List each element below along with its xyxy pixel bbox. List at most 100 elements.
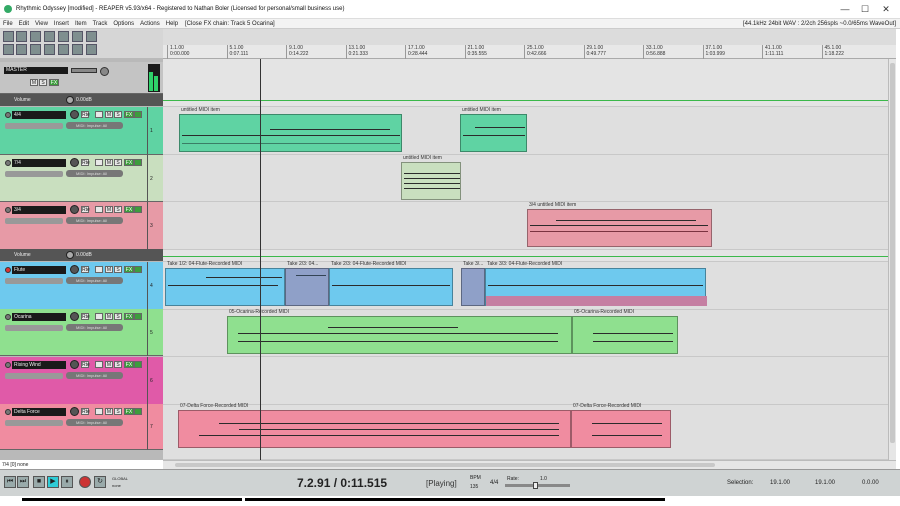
horizontal-scroll-thumb[interactable] [175, 463, 715, 467]
vertical-scroll-thumb[interactable] [890, 63, 895, 443]
menu-file[interactable]: File [0, 19, 16, 29]
close-fx-chain-link[interactable]: [Close FX chain: Track 5 Ocarina] [185, 19, 275, 29]
auto-crossfade-icon[interactable] [72, 44, 83, 55]
midi-item[interactable]: 05-Ocarina-Recorded MIDI [572, 309, 678, 354]
volume-knob[interactable] [70, 158, 79, 167]
fx-button[interactable]: FX [124, 159, 134, 166]
volume-knob[interactable] [70, 312, 79, 321]
midi-input-select[interactable]: MIDI: Impulse: All [66, 122, 123, 129]
solo-button[interactable]: S [114, 408, 122, 415]
go-to-end-icon[interactable]: ⏭ [17, 476, 29, 488]
menu-help[interactable]: Help [163, 19, 181, 29]
stop-icon[interactable]: ■ [33, 476, 45, 488]
input-controls[interactable] [5, 218, 63, 224]
track-7[interactable]: Delta Force Rte M S FX MIDI: Impulse: All [0, 404, 147, 450]
track-name[interactable]: Flute [12, 266, 66, 274]
midi-item-take[interactable]: Take 2/3: 04... [285, 261, 329, 306]
track-name[interactable]: 7/4 [12, 159, 66, 167]
position-display[interactable]: 7.2.91 / 0:11.515 [297, 476, 387, 490]
pan-knob[interactable] [95, 313, 103, 320]
fx-bypass-button[interactable] [134, 361, 142, 368]
volume-knob[interactable] [70, 205, 79, 214]
pan-knob[interactable] [95, 361, 103, 368]
pan-knob[interactable] [95, 111, 103, 118]
route-button[interactable]: Rte [81, 408, 90, 415]
menu-item[interactable]: Item [72, 19, 90, 29]
volume-envelope-lane[interactable]: Volume 0.00dB [0, 94, 163, 106]
midi-input-select[interactable]: MIDI: Impulse: All [66, 277, 123, 284]
track-name[interactable]: 4/4 [12, 111, 66, 119]
fx-button[interactable]: FX [124, 313, 134, 320]
volume-knob[interactable] [70, 265, 79, 274]
go-to-start-icon[interactable]: ⏮ [4, 476, 16, 488]
settings-icon[interactable] [44, 31, 55, 42]
record-arm-button[interactable] [5, 267, 11, 273]
record-icon[interactable] [79, 476, 91, 488]
solo-button[interactable]: S [114, 159, 122, 166]
menu-view[interactable]: View [32, 19, 51, 29]
mute-button[interactable]: M [105, 159, 113, 166]
track-name[interactable]: Delta Force [12, 408, 66, 416]
fx-button[interactable]: FX [124, 206, 134, 213]
pan-knob[interactable] [95, 408, 103, 415]
menu-actions[interactable]: Actions [137, 19, 163, 29]
input-controls[interactable] [5, 325, 63, 331]
vertical-scrollbar[interactable] [888, 59, 896, 460]
record-arm-button[interactable] [5, 409, 11, 415]
global-value[interactable]: none [112, 483, 121, 488]
close-button[interactable]: ✕ [877, 4, 895, 15]
route-button[interactable]: Rte [81, 111, 90, 118]
record-arm-button[interactable] [5, 314, 11, 320]
midi-item[interactable]: 3/4 untitled MIDI item [527, 202, 712, 247]
undo-icon[interactable] [58, 31, 69, 42]
pan-knob[interactable] [95, 266, 103, 273]
midi-item-take[interactable]: Take 3/... [461, 261, 485, 306]
midi-item[interactable]: 07-Delta Force-Recorded MIDI [178, 403, 571, 448]
record-arm-button[interactable] [5, 112, 11, 118]
selection-start[interactable]: 19.1.00 [770, 480, 790, 486]
lane-master-envelope[interactable] [163, 59, 888, 107]
track-5[interactable]: Ocarina Rte M S FX MIDI: Impulse: All [0, 309, 147, 356]
fx-bypass-button[interactable] [134, 111, 142, 118]
master-volume-fader[interactable] [71, 68, 97, 73]
route-button[interactable]: Rte [81, 361, 90, 368]
track-6[interactable]: Rising Wind Rte M S FX MIDI: Impulse: All [0, 357, 147, 405]
menu-track[interactable]: Track [90, 19, 111, 29]
pan-knob[interactable] [95, 159, 103, 166]
master-solo-button[interactable]: S [39, 79, 47, 86]
midi-item[interactable]: untitled MIDI item [460, 107, 527, 152]
midi-item[interactable]: 05-Ocarina-Recorded MIDI [227, 309, 572, 354]
mute-button[interactable]: M [105, 408, 113, 415]
audio-device-info[interactable]: [44.1kHz 24bit WAV : 2/2ch 256spls ~0.0/… [743, 19, 896, 29]
envelope-knob-2[interactable] [66, 251, 74, 259]
input-controls[interactable] [5, 123, 63, 129]
play-icon[interactable]: ▶ [47, 476, 59, 488]
track-3[interactable]: 3/4 Rte M S FX MIDI: Impulse: All [0, 202, 147, 250]
time-signature[interactable]: 4/4 [490, 480, 498, 486]
mute-button[interactable]: M [105, 206, 113, 213]
record-arm-button[interactable] [5, 160, 11, 166]
record-arm-button[interactable] [5, 207, 11, 213]
selection-length[interactable]: 0.0.00 [862, 480, 879, 486]
fx-button[interactable]: FX [124, 266, 134, 273]
master-mute-button[interactable]: M [30, 79, 38, 86]
maximize-button[interactable]: ☐ [856, 4, 874, 15]
midi-item[interactable]: untitled MIDI item [179, 107, 402, 152]
fx-button[interactable]: FX [124, 408, 134, 415]
fx-bypass-button[interactable] [134, 206, 142, 213]
mute-button[interactable]: M [105, 361, 113, 368]
solo-button[interactable]: S [114, 361, 122, 368]
bpm-value[interactable]: 135 [470, 484, 478, 490]
mute-button[interactable]: M [105, 266, 113, 273]
rate-slider[interactable] [505, 482, 570, 489]
new-project-icon[interactable] [3, 31, 14, 42]
track-2[interactable]: 7/4 Rte M S FX MIDI: Impulse: All [0, 155, 147, 202]
midi-input-select[interactable]: MIDI: Impulse: All [66, 372, 123, 379]
input-controls[interactable] [5, 171, 63, 177]
envelope-lock-icon[interactable] [58, 44, 69, 55]
mute-button[interactable]: M [105, 111, 113, 118]
selection-end[interactable]: 19.1.00 [815, 480, 835, 486]
lane-track-3[interactable] [163, 202, 888, 250]
input-controls[interactable] [5, 420, 63, 426]
solo-button[interactable]: S [114, 206, 122, 213]
